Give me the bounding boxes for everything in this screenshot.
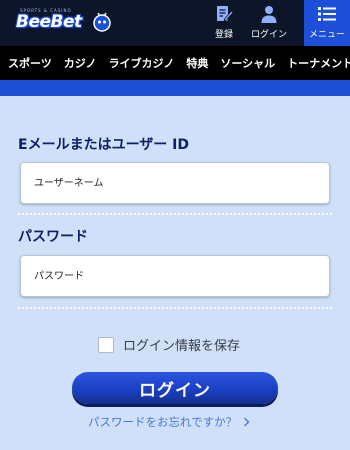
register-button[interactable]: 登録 (206, 0, 242, 46)
username-input[interactable] (20, 162, 330, 204)
category-nav: スポーツ カジノ ライブカジノ 特典 ソーシャル トーナメント (0, 46, 350, 80)
remember-login-option[interactable]: ログイン情報を保存 (98, 335, 240, 354)
nav-item-social[interactable]: ソーシャル (214, 55, 281, 71)
bee-mascot-icon (93, 12, 111, 32)
login-header-label: ログイン (250, 30, 287, 40)
beebet-logo[interactable]: SPORTS & CASINO BeeBet (10, 8, 114, 38)
nav-item-casino[interactable]: カジノ (58, 55, 103, 71)
email-field-label: Eメールまたはユーザー ID (18, 137, 189, 153)
nav-item-live-casino[interactable]: ライブカジノ (103, 55, 181, 71)
logo-wordmark: BeeBet (16, 12, 82, 32)
chevron-right-icon (244, 417, 250, 427)
login-submit-button[interactable]: ログイン (72, 372, 278, 404)
dotted-divider (18, 307, 332, 309)
forgot-password-link[interactable]: パスワードをお忘れですか？ (88, 414, 250, 430)
header-accent-band (0, 80, 350, 96)
hamburger-list-icon (318, 7, 336, 21)
dotted-divider (18, 213, 332, 215)
register-pencil-icon (217, 6, 234, 22)
nav-item-promotions[interactable]: 特典 (180, 55, 214, 71)
menu-button[interactable]: メニュー (304, 0, 350, 46)
remember-checkbox[interactable] (98, 336, 114, 353)
remember-label: ログイン情報を保存 (123, 339, 241, 354)
top-bar: SPORTS & CASINO BeeBet 登録 ログイン メニュー (0, 0, 350, 46)
login-header-button[interactable]: ログイン (248, 0, 290, 46)
password-input[interactable] (20, 255, 330, 297)
password-field-label: パスワード (18, 229, 88, 245)
menu-label: メニュー (308, 30, 345, 40)
user-icon (261, 6, 277, 23)
forgot-password-text: パスワードをお忘れですか？ (88, 415, 238, 429)
nav-item-tournament[interactable]: トーナメント (281, 55, 350, 71)
nav-item-sports[interactable]: スポーツ (0, 55, 58, 71)
register-label: 登録 (214, 30, 233, 40)
